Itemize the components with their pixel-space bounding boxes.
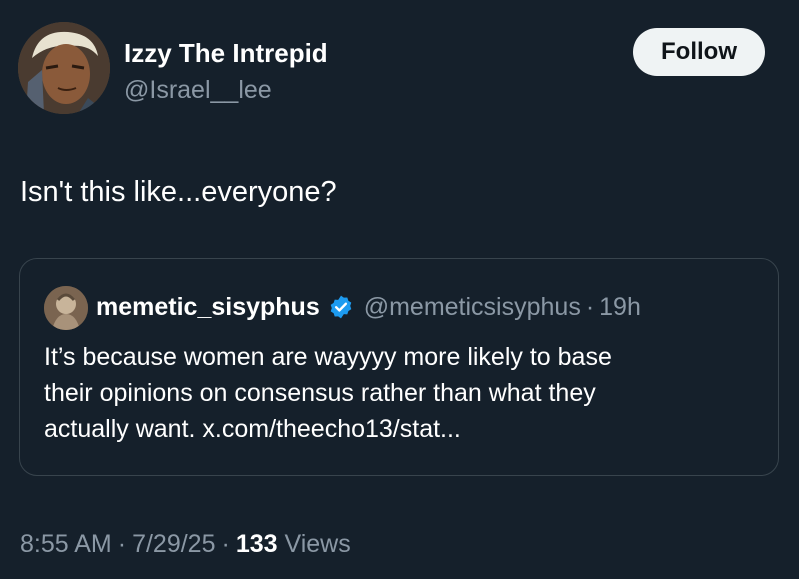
tweet-date[interactable]: 7/29/25 — [132, 530, 215, 558]
views-count: 133 — [235, 530, 278, 558]
follow-button[interactable]: Follow — [633, 28, 765, 76]
statue-avatar-icon — [44, 286, 88, 330]
quote-text-line: their opinions on consensus rather than … — [44, 379, 596, 407]
author-handle[interactable]: @Israel__lee — [124, 75, 272, 105]
meta-separator: · — [221, 530, 230, 558]
cartoon-character-avatar-icon — [18, 22, 110, 114]
author-display-name[interactable]: Izzy The Intrepid — [124, 38, 328, 68]
quoted-tweet-card[interactable]: memetic_sisyphus @memeticsisyphus · 19h … — [19, 258, 779, 476]
quote-text-line: It’s because women are wayyyy more likel… — [44, 343, 612, 371]
author-avatar[interactable] — [18, 22, 110, 114]
quote-author-handle[interactable]: @memeticsisyphus — [364, 291, 581, 323]
quote-text-line: actually want. x.com/theecho13/stat... — [44, 415, 461, 443]
tweet-text: Isn't this like...everyone? — [20, 176, 337, 208]
tweet-meta: 8:55 AM · 7/29/25 · 133 Views — [20, 528, 351, 560]
quote-header: memetic_sisyphus @memeticsisyphus · 19h — [96, 291, 641, 323]
quote-author-name[interactable]: memetic_sisyphus — [96, 291, 320, 323]
views-label: Views — [284, 530, 351, 558]
quote-text: It’s because women are wayyyy more likel… — [44, 339, 764, 447]
quote-author-avatar[interactable] — [44, 286, 88, 330]
quote-timestamp[interactable]: 19h — [599, 291, 641, 323]
meta-separator: · — [117, 530, 127, 558]
tweet-time[interactable]: 8:55 AM — [20, 530, 112, 558]
verified-badge-icon — [328, 294, 354, 320]
quote-separator: · — [585, 293, 595, 321]
